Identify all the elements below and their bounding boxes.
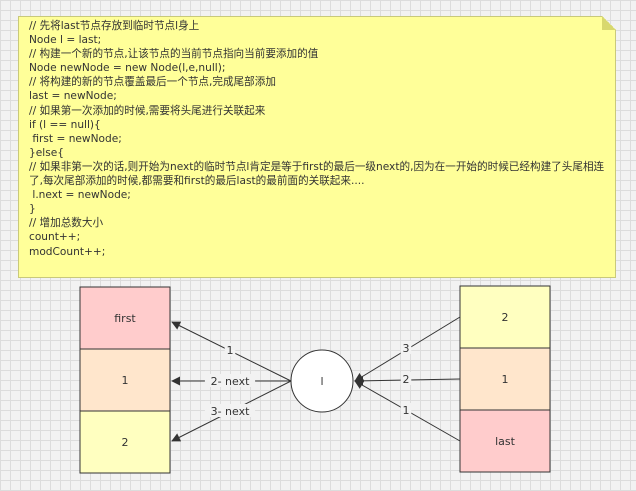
right-node-label-0: 2: [502, 311, 509, 324]
right-edge-label-2: 1: [403, 404, 410, 417]
center-node-label: l: [320, 375, 323, 388]
left-node-label-0: first: [114, 312, 136, 325]
left-node-label-1: 1: [122, 374, 129, 387]
left-edge-label-2: 3- next: [211, 405, 251, 418]
left-edge-label-1: 2- next: [211, 375, 251, 388]
left-node-label-2: 2: [122, 436, 129, 449]
right-edge-label-0: 3: [403, 342, 410, 355]
linked-list-diagram: first 1 2 2 1 last l 1 2- next 3- next 3 2 1: [79, 285, 551, 474]
right-node-label-2: last: [495, 435, 516, 448]
right-node-label-1: 1: [502, 373, 509, 386]
right-edge-label-1: 2: [403, 373, 410, 386]
left-edge-label-0: 1: [227, 344, 234, 357]
